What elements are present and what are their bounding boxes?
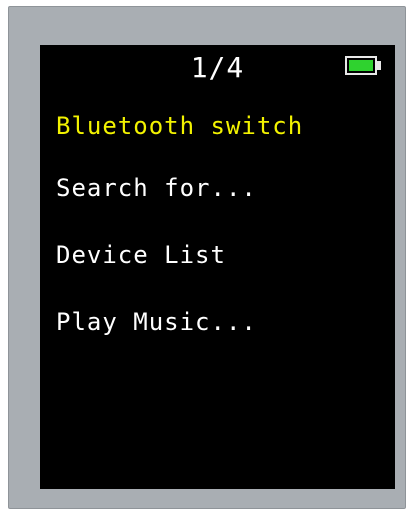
menu-item-search-for[interactable]: Search for... (56, 174, 257, 202)
battery-icon (345, 56, 377, 75)
menu-item-play-music[interactable]: Play Music... (56, 308, 257, 336)
menu-item-bluetooth-switch[interactable]: Bluetooth switch (56, 112, 303, 140)
menu-item-device-list[interactable]: Device List (56, 241, 226, 269)
battery-level-fill (349, 60, 373, 71)
page-indicator: 1/4 (190, 51, 245, 84)
battery-tip (377, 61, 381, 70)
device-screen: 1/4 Bluetooth switch Search for... Devic… (40, 45, 395, 489)
